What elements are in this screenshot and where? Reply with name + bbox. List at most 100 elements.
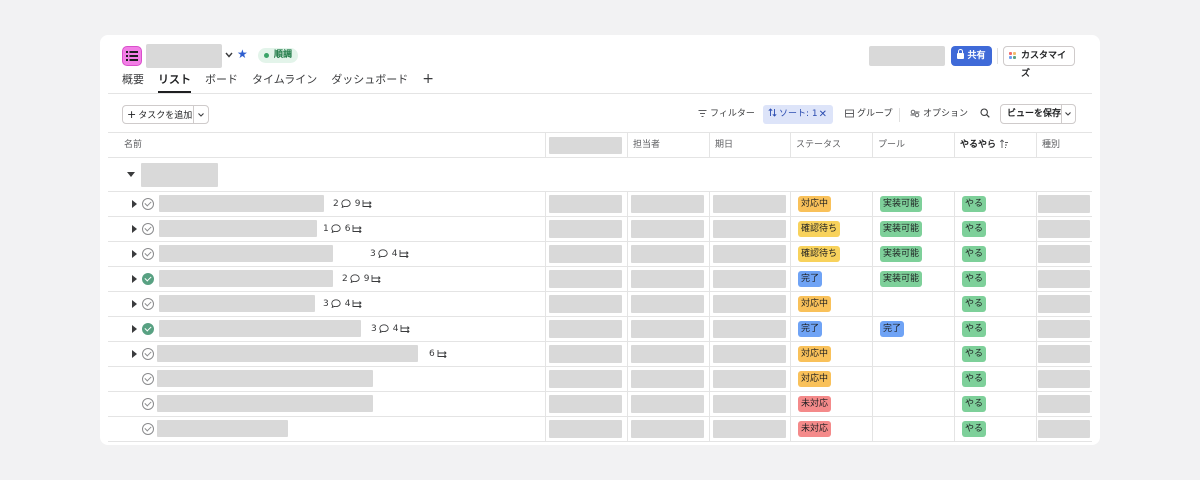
search-button[interactable] (980, 105, 993, 124)
type-placeholder[interactable] (1038, 245, 1090, 263)
chevron-down-icon[interactable] (1064, 110, 1072, 118)
task-name-placeholder[interactable] (159, 245, 333, 262)
customize-button[interactable]: カスタマイズ (1003, 46, 1075, 79)
status-tag[interactable]: 完了 (798, 321, 823, 337)
yaru-tag[interactable]: やる (962, 371, 987, 387)
pool-tag[interactable]: 完了 (880, 321, 905, 337)
check-circle-icon[interactable] (142, 373, 154, 385)
check-circle-icon[interactable] (142, 348, 154, 360)
status-tag[interactable]: 対応中 (798, 346, 832, 362)
column-header-placeholder[interactable] (549, 137, 622, 154)
column-header-name[interactable]: 名前 (118, 133, 142, 158)
close-icon[interactable]: ✕ (819, 105, 827, 124)
task-meta[interactable]: 29 (333, 192, 377, 217)
column-header-assignee[interactable]: 担当者 (627, 133, 660, 158)
pool-tag[interactable]: 実装可能 (880, 271, 923, 287)
table-row[interactable]: 2 9 対応中 実装可能 やる (108, 192, 1092, 217)
type-placeholder[interactable] (1038, 295, 1090, 313)
table-row[interactable]: 対応中 やる (108, 367, 1092, 392)
check-circle-icon[interactable] (142, 398, 154, 410)
task-name-placeholder[interactable] (157, 370, 373, 387)
tab-dashboard[interactable]: ダッシュボード (331, 73, 408, 93)
task-meta[interactable]: 6 (429, 342, 452, 367)
assignee-placeholder[interactable] (631, 195, 704, 213)
table-row[interactable]: 1 6 確認待ち 実装可能 やる (108, 217, 1092, 242)
section-header[interactable] (108, 158, 1092, 192)
yaru-tag[interactable]: やる (962, 196, 987, 212)
list-icon[interactable] (122, 46, 142, 66)
type-placeholder[interactable] (1038, 420, 1090, 438)
check-circle-icon[interactable] (142, 223, 154, 235)
status-tag[interactable]: 確認待ち (798, 221, 841, 237)
cell-placeholder[interactable] (549, 345, 622, 363)
yaru-tag[interactable]: やる (962, 321, 987, 337)
column-header-type[interactable]: 種別 (1036, 133, 1060, 158)
status-badge[interactable]: 順調 (258, 48, 299, 63)
pool-tag[interactable]: 実装可能 (880, 196, 923, 212)
task-meta[interactable]: 34 (323, 292, 367, 317)
task-name-placeholder[interactable] (159, 220, 317, 237)
caret-right-icon[interactable] (132, 250, 137, 258)
chevron-down-icon[interactable] (224, 49, 234, 61)
pool-tag[interactable]: 実装可能 (880, 246, 923, 262)
add-task-button[interactable]: + タスクを追加 (122, 105, 209, 124)
cell-placeholder[interactable] (549, 420, 622, 438)
pool-tag[interactable]: 実装可能 (880, 221, 923, 237)
caret-down-icon[interactable] (127, 172, 135, 177)
options-button[interactable]: オプション (910, 105, 968, 124)
due-date-placeholder[interactable] (713, 220, 786, 238)
yaru-tag[interactable]: やる (962, 221, 987, 237)
task-meta[interactable]: 16 (323, 217, 367, 242)
star-icon[interactable]: ★ (237, 48, 248, 60)
type-placeholder[interactable] (1038, 370, 1090, 388)
members-placeholder[interactable] (869, 46, 945, 66)
caret-right-icon[interactable] (132, 200, 137, 208)
check-circle-icon[interactable] (142, 323, 154, 335)
type-placeholder[interactable] (1038, 395, 1090, 413)
save-view-button[interactable]: ビューを保存 (1000, 104, 1076, 124)
share-button[interactable]: 共有 (951, 46, 992, 66)
table-row[interactable]: 未対応 やる (108, 392, 1092, 417)
yaru-tag[interactable]: やる (962, 396, 987, 412)
assignee-placeholder[interactable] (631, 345, 704, 363)
yaru-tag[interactable]: やる (962, 346, 987, 362)
check-circle-icon[interactable] (142, 248, 154, 260)
project-title-placeholder[interactable] (146, 44, 222, 68)
yaru-tag[interactable]: やる (962, 421, 987, 437)
group-button[interactable]: グループ (845, 105, 892, 124)
column-header-pool[interactable]: プール (872, 133, 905, 158)
section-title-placeholder[interactable] (141, 163, 218, 187)
check-circle-icon[interactable] (142, 298, 154, 310)
cell-placeholder[interactable] (549, 220, 622, 238)
status-tag[interactable]: 対応中 (798, 296, 832, 312)
task-meta[interactable]: 34 (371, 317, 415, 342)
status-tag[interactable]: 完了 (798, 271, 823, 287)
type-placeholder[interactable] (1038, 345, 1090, 363)
tab-board[interactable]: ボード (205, 73, 238, 93)
type-placeholder[interactable] (1038, 220, 1090, 238)
yaru-tag[interactable]: やる (962, 296, 987, 312)
assignee-placeholder[interactable] (631, 270, 704, 288)
task-name-placeholder[interactable] (159, 295, 315, 312)
cell-placeholder[interactable] (549, 295, 622, 313)
task-name-placeholder[interactable] (159, 195, 324, 212)
task-name-placeholder[interactable] (159, 270, 333, 287)
tab-timeline[interactable]: タイムライン (252, 73, 317, 93)
column-header-status[interactable]: ステータス (790, 133, 841, 158)
table-row[interactable]: 3 4 完了 完了 やる (108, 317, 1092, 342)
task-meta[interactable]: 34 (370, 242, 414, 267)
table-row[interactable]: 2 9 完了 実装可能 やる (108, 267, 1092, 292)
table-row[interactable]: 3 4 対応中 やる (108, 292, 1092, 317)
status-tag[interactable]: 未対応 (798, 421, 832, 437)
caret-right-icon[interactable] (132, 300, 137, 308)
caret-right-icon[interactable] (132, 275, 137, 283)
cell-placeholder[interactable] (549, 370, 622, 388)
caret-right-icon[interactable] (132, 350, 137, 358)
task-meta[interactable]: 29 (342, 267, 386, 292)
due-date-placeholder[interactable] (713, 270, 786, 288)
due-date-placeholder[interactable] (713, 245, 786, 263)
type-placeholder[interactable] (1038, 270, 1090, 288)
yaru-tag[interactable]: やる (962, 246, 987, 262)
due-date-placeholder[interactable] (713, 345, 786, 363)
task-name-placeholder[interactable] (157, 345, 418, 362)
